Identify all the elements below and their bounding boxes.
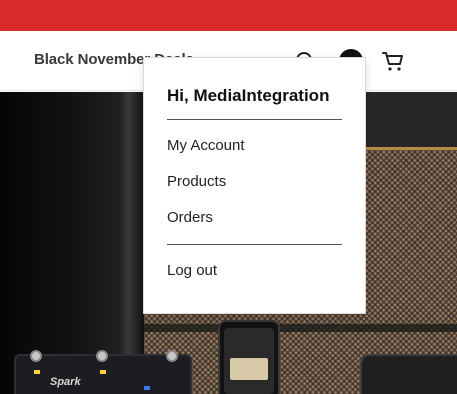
pedal-knob [166,350,178,362]
account-dropdown-menu: Hi, MediaIntegration My Account Products… [143,57,366,314]
menu-divider [167,119,342,120]
foot-pedal: Spark [14,350,192,394]
amp-top-panel [365,92,457,150]
amp-strip [144,324,457,332]
pedal-knob [96,350,108,362]
pedal-led [144,386,150,390]
phone-screen [224,328,274,394]
menu-item-products[interactable]: Products [167,173,226,190]
amp-device [360,354,457,394]
account-greeting: Hi, MediaIntegration [167,86,330,105]
menu-item-orders[interactable]: Orders [167,209,213,226]
menu-divider [167,244,342,245]
menu-item-my-account[interactable]: My Account [167,137,245,154]
pedal-brand-label: Spark [50,376,81,388]
amp-frame [118,92,144,394]
phone-amp-graphic [230,358,268,380]
pedal-knob [30,350,42,362]
pedal-led [34,370,40,374]
phone-device [218,320,280,394]
menu-item-log-out[interactable]: Log out [167,262,217,279]
cart-icon[interactable] [381,49,405,73]
promo-banner [0,0,457,31]
pedal-led [100,370,106,374]
